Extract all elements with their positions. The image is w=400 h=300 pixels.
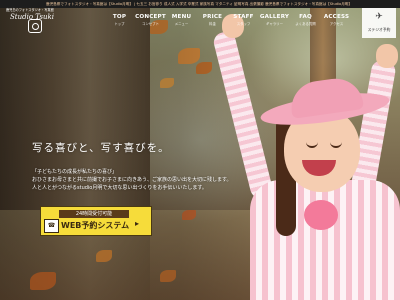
nav-sublabel: トップ (114, 22, 125, 26)
nav-item-concept[interactable]: CONCEPT コンセプト (135, 14, 166, 26)
girl-photo-subject (210, 0, 400, 300)
smartphone-icon: ☎ (44, 219, 59, 233)
nav-item-menu[interactable]: MENU メニュー (166, 14, 197, 26)
right-hand (376, 44, 398, 68)
nav-sublabel: コンセプト (142, 22, 159, 26)
nav-item-staff[interactable]: STAFF スタッフ (228, 14, 259, 26)
reservation-button[interactable]: ✈ ステジオ予約 (362, 8, 396, 38)
hero-line: おひさまお母さまと共に前撮でお子さまに向きあう、ご家族の思い出を大切に残します。 (32, 177, 232, 183)
web-booking-banner[interactable]: 24時間受付可能 ☎ WEB予約システム ▸ (40, 206, 152, 236)
striped-shirt (250, 180, 400, 300)
nav-sublabel: スタッフ (236, 22, 251, 26)
nav-sublabel: ギャラリー (266, 22, 283, 26)
nav-label: STAFF (233, 14, 254, 20)
booking-label: WEB予約システム (61, 221, 130, 230)
logo-subtitle: 鹿児島のフォトスタジオ・写真館 (6, 8, 54, 12)
nav-item-gallery[interactable]: GALLERY ギャラリー (259, 14, 290, 26)
nav-label: MENU (171, 14, 192, 20)
hero-line: 人と人とがつながるstudio月明で大切な思い出づくりをお手伝いいたします。 (32, 185, 207, 191)
hero-tagline: 写る喜びと、写す喜びを。 (32, 142, 170, 154)
nav-item-top[interactable]: TOP トップ (104, 14, 135, 26)
paper-plane-icon: ✈ (375, 12, 383, 22)
nav-item-access[interactable]: ACCESS アクセス (321, 14, 352, 26)
announcement-bar: 鹿児島県でフォトスタジオ・写真館は【Studio月明】 | 七五三 お宮参り 成… (0, 0, 400, 8)
nav-label: GALLERY (259, 14, 290, 20)
camera-icon (28, 19, 42, 33)
nav-sublabel: アクセス (329, 22, 344, 26)
nav-label: TOP (112, 14, 127, 20)
reservation-label: ステジオ予約 (367, 27, 391, 32)
nav-sublabel: よくある質問 (295, 22, 316, 26)
flower-corsage (304, 200, 338, 230)
nav-item-price[interactable]: PRICE 料金 (197, 14, 228, 26)
hero-description: 「子どもたちの成長が私たちの喜び」 おひさまお母さまと共に前撮でお子さまに向きあ… (32, 168, 232, 192)
chevron-right-icon: ▸ (135, 219, 140, 228)
site-logo[interactable]: 鹿児島のフォトスタジオ・写真館 Studio Tsuki (6, 7, 58, 35)
nav-item-faq[interactable]: FAQ よくある質問 (290, 14, 321, 26)
nav-label: ACCESS (323, 14, 350, 20)
nav-label: CONCEPT (135, 14, 166, 20)
nav-sublabel: 料金 (209, 22, 216, 26)
hero-line: 「子どもたちの成長が私たちの喜び」 (32, 169, 118, 175)
nav-label: FAQ (299, 14, 312, 20)
booking-badge: 24時間受付可能 (59, 210, 129, 218)
main-navigation: TOP トップ CONCEPT コンセプト MENU メニュー PRICE 料金… (104, 14, 352, 26)
nav-sublabel: メニュー (174, 22, 189, 26)
nav-label: PRICE (202, 14, 223, 20)
